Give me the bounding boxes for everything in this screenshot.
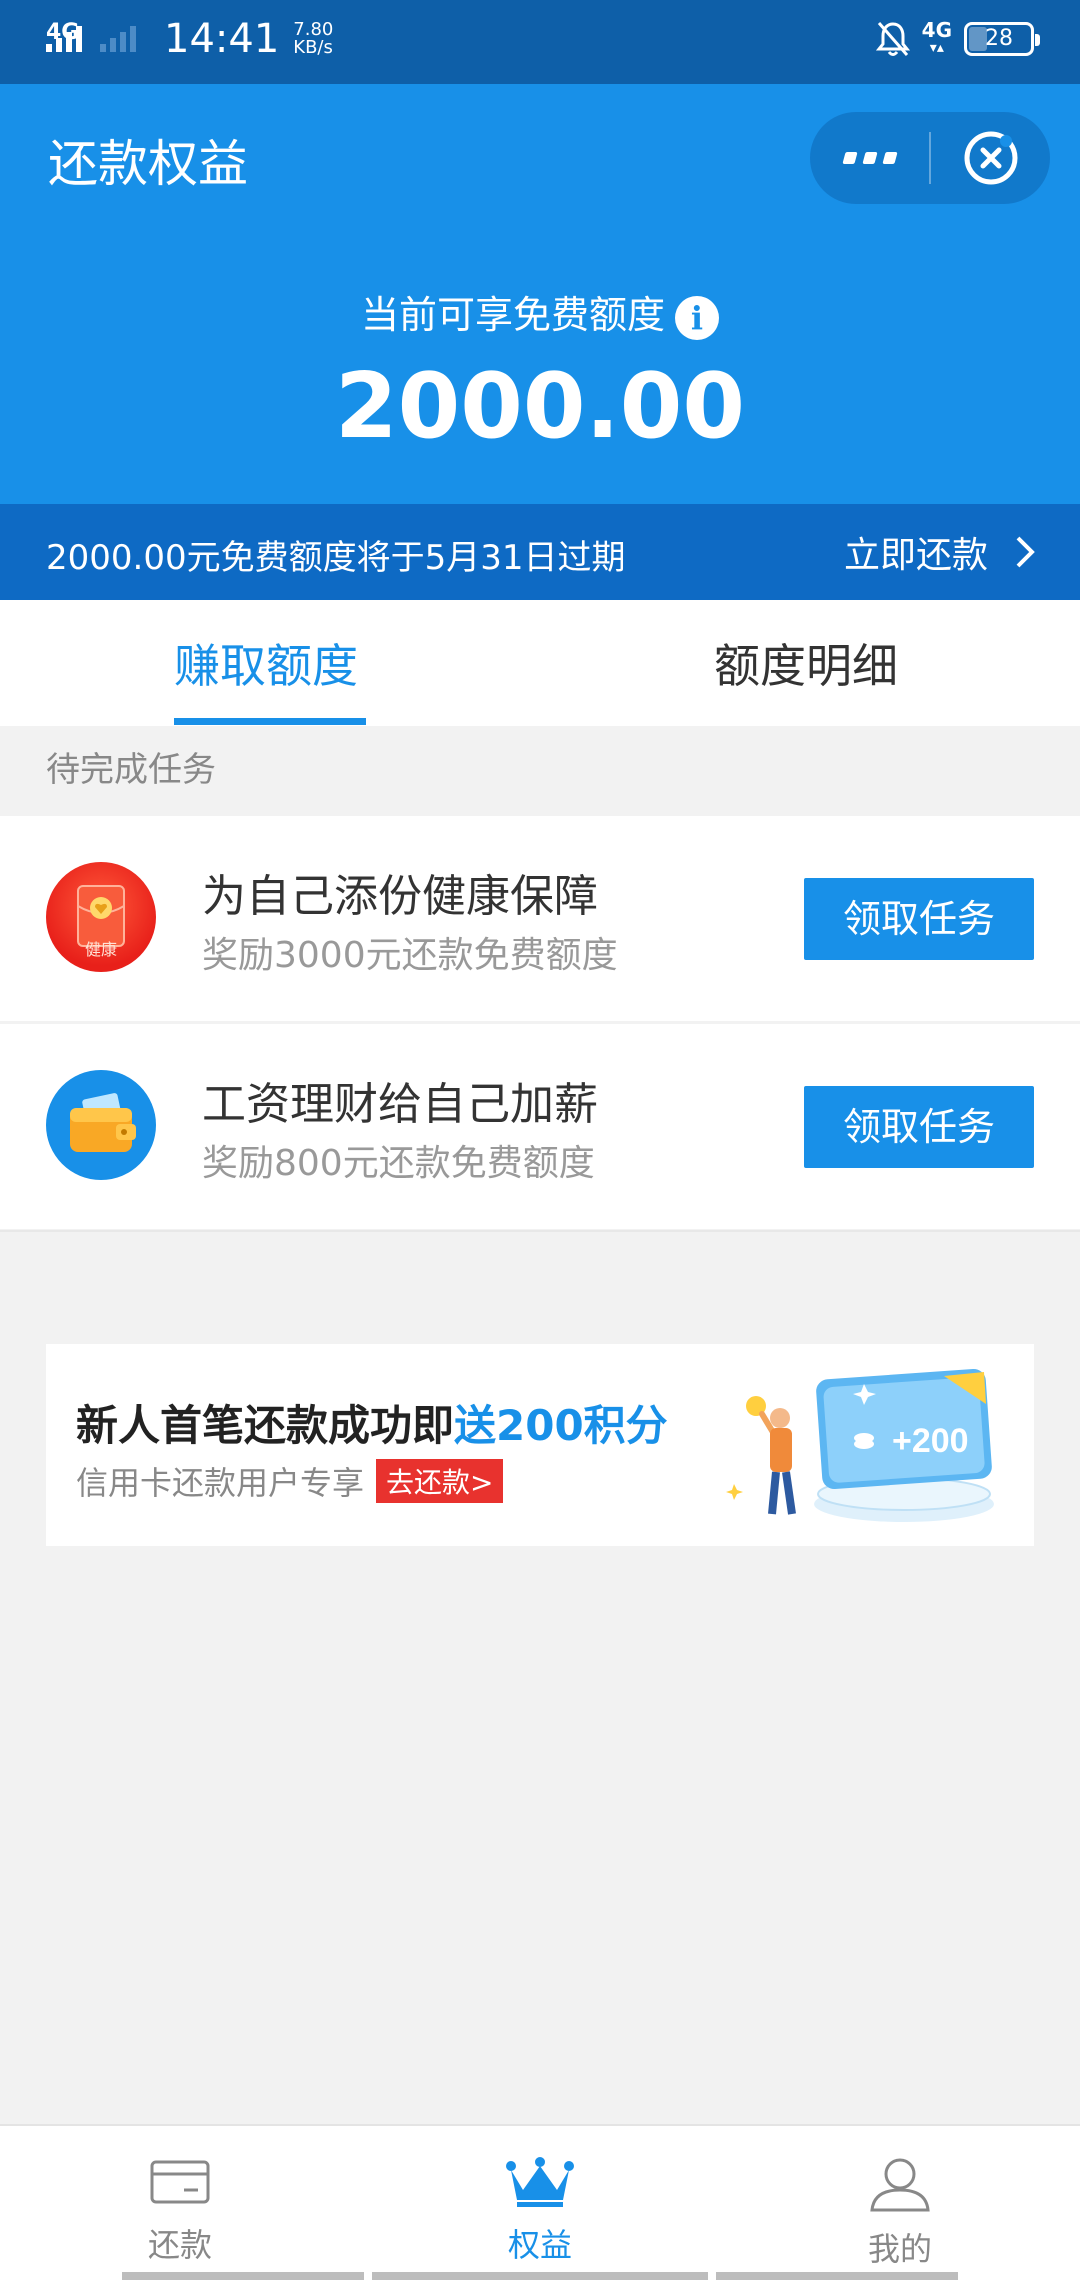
page-title: 还款权益 — [48, 135, 248, 193]
close-icon — [964, 131, 1017, 185]
tab-bar: 赚取额度 额度明细 — [0, 600, 1080, 726]
task-item: 工资理财给自己加薪 奖励800元还款免费额度 领取任务 — [0, 1024, 1080, 1229]
section-title: 待完成任务 — [46, 750, 216, 790]
repay-now-link[interactable]: 立即还款 — [844, 526, 1040, 578]
promo-banner[interactable]: 新人首笔还款成功即送200积分 信用卡还款用户专享 去还款> +200 — [46, 1344, 1034, 1546]
task-subtitle: 奖励800元还款免费额度 — [202, 1143, 595, 1184]
chevron-right-icon — [1016, 536, 1035, 568]
tab-quota-detail[interactable]: 额度明细 — [714, 630, 898, 696]
nav-handle-left — [122, 2272, 364, 2280]
task-item: 健康 为自己添份健康保障 奖励3000元还款免费额度 领取任务 — [0, 816, 1080, 1021]
nav-label: 我的 — [867, 2230, 932, 2268]
quota-label: 当前可享免费额度 — [360, 293, 665, 337]
card-icon — [150, 2160, 210, 2204]
promo-subtitle: 信用卡还款用户专享 — [76, 1464, 365, 1502]
info-icon[interactable]: i — [675, 295, 719, 340]
promo-title-highlight: 送200积分 — [454, 1401, 668, 1450]
crown-icon — [506, 2157, 574, 2207]
quota-label-row: 当前可享免费额度 i — [0, 284, 1080, 340]
health-label: 健康 — [84, 940, 117, 959]
task-title: 为自己添份健康保障 — [202, 871, 598, 922]
header: 还款权益 当前可享免费额度 i 2000.00 — [0, 84, 1080, 504]
divider — [0, 1230, 1080, 1232]
art-value: +200 — [892, 1422, 969, 1460]
battery-icon: 28 — [964, 22, 1040, 56]
more-button[interactable] — [810, 149, 929, 168]
tab-earn-quota[interactable]: 赚取额度 — [174, 630, 358, 696]
net-speed: 7.80 KB/s — [293, 21, 333, 57]
nav-repay[interactable]: 还款 — [80, 2156, 280, 2266]
status-bar: 4G 14:41 7.80 KB/s 4G ▾▴ 28 — [0, 0, 1080, 84]
bottom-nav: 还款 权益 我的 — [0, 2124, 1080, 2280]
close-button[interactable] — [931, 129, 1050, 187]
user-icon — [870, 2158, 930, 2212]
promo-title: 新人首笔还款成功即送200积分 — [76, 1392, 668, 1453]
expiry-message: 2000.00元免费额度将于5月31日过期 — [46, 538, 626, 578]
battery-level: 28 — [985, 26, 1013, 51]
speed-unit: KB/s — [293, 37, 333, 58]
expiry-banner: 2000.00元免费额度将于5月31日过期 立即还款 — [0, 504, 1080, 600]
promo-title-main: 新人首笔还款成功即 — [76, 1401, 455, 1450]
wallet-icon — [46, 1070, 156, 1180]
nav-benefits[interactable]: 权益 — [440, 2156, 640, 2266]
mini-program-capsule — [810, 112, 1050, 204]
points-card-illustration: +200 — [726, 1369, 994, 1522]
promo-subtitle-row: 信用卡还款用户专享 去还款> — [76, 1458, 504, 1504]
clock: 14:41 — [164, 16, 280, 62]
claim-task-button[interactable]: 领取任务 — [804, 878, 1034, 960]
task-subtitle: 奖励3000元还款免费额度 — [202, 935, 618, 976]
more-icon — [840, 149, 900, 168]
quota-value: 2000.00 — [335, 354, 745, 459]
network2-label: 4G — [921, 18, 952, 42]
signal-icon: 4G — [46, 20, 86, 52]
network-4g-icon: 4G ▾▴ — [921, 18, 952, 56]
task-title: 工资理财给自己加薪 — [202, 1079, 598, 1130]
health-envelope-icon: 健康 — [46, 862, 156, 972]
nav-handle-right — [716, 2272, 958, 2280]
claim-task-button[interactable]: 领取任务 — [804, 1086, 1034, 1168]
nav-handle-center — [372, 2272, 708, 2280]
tab-indicator — [174, 718, 366, 725]
mute-alarm-icon — [875, 22, 910, 56]
nav-mine[interactable]: 我的 — [800, 2156, 1000, 2270]
go-repay-button[interactable]: 去还款> — [376, 1459, 504, 1503]
network-type: 4G — [46, 20, 80, 45]
repay-now-label: 立即还款 — [843, 535, 988, 576]
nav-label: 权益 — [507, 2226, 572, 2264]
signal-2-icon — [100, 26, 140, 52]
nav-label: 还款 — [147, 2226, 212, 2264]
